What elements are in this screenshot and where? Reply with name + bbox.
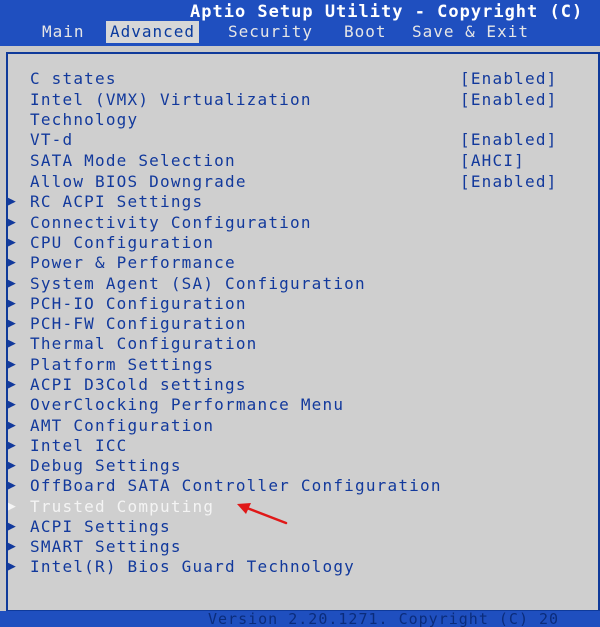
submenu-label: Power & Performance [30,253,236,272]
setting-value[interactable]: [Enabled] [460,90,558,110]
triangle-right-icon: ▶ [8,255,18,270]
version-text: Version 2.20.1271. Copyright (C) 20 [208,611,560,627]
submenu-rc-acpi[interactable]: ▶ RC ACPI Settings [8,192,598,212]
triangle-right-icon: ▶ [8,519,18,534]
setting-bios-downgrade[interactable]: Allow BIOS Downgrade [Enabled] [8,172,598,192]
submenu-label: Connectivity Configuration [30,213,312,232]
submenu-label: Intel ICC [30,436,128,455]
triangle-right-icon: ▶ [8,397,18,412]
setting-label: SATA Mode Selection [30,151,236,170]
triangle-right-icon: ▶ [8,215,18,230]
triangle-right-icon: ▶ [8,418,18,433]
settings-panel: C states [Enabled] Intel (VMX) Virtualiz… [0,46,600,612]
setting-vmx-cont: Technology [8,110,598,130]
triangle-right-icon: ▶ [8,559,18,574]
triangle-right-icon: ▶ [8,296,18,311]
triangle-right-icon: ▶ [8,276,18,291]
submenu-power[interactable]: ▶ Power & Performance [8,253,598,273]
setting-label: Intel (VMX) Virtualization [30,90,312,109]
setting-label: C states [30,69,117,88]
submenu-pch-io[interactable]: ▶ PCH-IO Configuration [8,294,598,314]
submenu-offboard-sata[interactable]: ▶ OffBoard SATA Controller Configuration [8,476,598,496]
footer-bar: Version 2.20.1271. Copyright (C) 20 [0,611,600,627]
submenu-connectivity[interactable]: ▶ Connectivity Configuration [8,213,598,233]
submenu-label: PCH-IO Configuration [30,294,247,313]
app-title: Aptio Setup Utility - Copyright (C) [190,2,584,22]
submenu-label: CPU Configuration [30,233,215,252]
submenu-label: Thermal Configuration [30,334,258,353]
triangle-right-icon: ▶ [8,438,18,453]
submenu-label: AMT Configuration [30,416,215,435]
triangle-right-icon: ▶ [8,539,18,554]
setting-vmx[interactable]: Intel (VMX) Virtualization [Enabled] [8,90,598,110]
submenu-label: OffBoard SATA Controller Configuration [30,476,442,495]
submenu-label: Debug Settings [30,456,182,475]
tab-boot[interactable]: Boot [344,21,387,43]
triangle-right-icon: ▶ [8,194,18,209]
submenu-label: Platform Settings [30,355,215,374]
submenu-system-agent[interactable]: ▶ System Agent (SA) Configuration [8,274,598,294]
submenu-label: ACPI Settings [30,517,171,536]
setting-value[interactable]: [Enabled] [460,130,558,150]
tab-save-exit[interactable]: Save & Exit [412,21,529,43]
submenu-label: RC ACPI Settings [30,192,204,211]
submenu-platform[interactable]: ▶ Platform Settings [8,355,598,375]
tab-bar: Main Advanced Security Boot Save & Exit [0,21,600,44]
triangle-right-icon: ▶ [8,235,18,250]
submenu-debug[interactable]: ▶ Debug Settings [8,456,598,476]
setting-value[interactable]: [Enabled] [460,69,558,89]
submenu-cpu[interactable]: ▶ CPU Configuration [8,233,598,253]
setting-label: Technology [30,110,139,129]
settings-frame: C states [Enabled] Intel (VMX) Virtualiz… [6,52,600,612]
submenu-label: SMART Settings [30,537,182,556]
submenu-label: Intel(R) Bios Guard Technology [30,557,355,576]
setting-value[interactable]: [AHCI] [460,151,525,171]
submenu-overclocking[interactable]: ▶ OverClocking Performance Menu [8,395,598,415]
submenu-label: ACPI D3Cold settings [30,375,247,394]
submenu-label: PCH-FW Configuration [30,314,247,333]
tab-main[interactable]: Main [42,21,85,43]
setting-value[interactable]: [Enabled] [460,172,558,192]
triangle-right-icon: ▶ [8,478,18,493]
submenu-bios-guard[interactable]: ▶ Intel(R) Bios Guard Technology [8,557,598,577]
submenu-trusted-computing[interactable]: ▶ Trusted Computing [8,497,598,517]
red-arrow-icon [237,503,288,525]
submenu-thermal[interactable]: ▶ Thermal Configuration [8,334,598,354]
header-bar: Aptio Setup Utility - Copyright (C) Main… [0,0,600,46]
submenu-acpi-d3cold[interactable]: ▶ ACPI D3Cold settings [8,375,598,395]
submenu-amt[interactable]: ▶ AMT Configuration [8,416,598,436]
submenu-smart[interactable]: ▶ SMART Settings [8,537,598,557]
setting-c-states[interactable]: C states [Enabled] [8,69,598,89]
submenu-label: System Agent (SA) Configuration [30,274,366,293]
tab-security[interactable]: Security [228,21,313,43]
setting-label: Allow BIOS Downgrade [30,172,247,191]
triangle-right-icon: ▶ [8,377,18,392]
submenu-intel-icc[interactable]: ▶ Intel ICC [8,436,598,456]
setting-sata-mode[interactable]: SATA Mode Selection [AHCI] [8,151,598,171]
setting-vt-d[interactable]: VT-d [Enabled] [8,130,598,150]
triangle-right-icon: ▶ [8,316,18,331]
submenu-acpi-settings[interactable]: ▶ ACPI Settings [8,517,598,537]
setting-label: VT-d [30,130,74,149]
tab-advanced[interactable]: Advanced [106,21,200,43]
triangle-right-icon: ▶ [8,458,18,473]
submenu-pch-fw[interactable]: ▶ PCH-FW Configuration [8,314,598,334]
triangle-right-icon: ▶ [8,336,18,351]
triangle-right-icon: ▶ [8,499,18,514]
submenu-label: Trusted Computing [30,497,215,516]
submenu-label: OverClocking Performance Menu [30,395,345,414]
triangle-right-icon: ▶ [8,357,18,372]
